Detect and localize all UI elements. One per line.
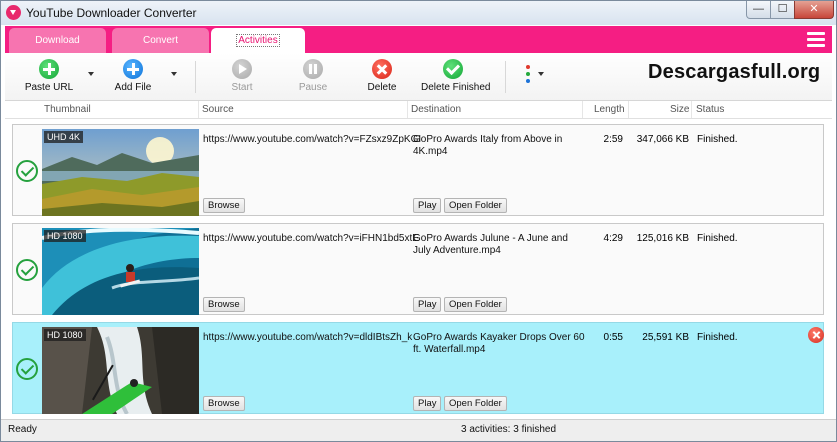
play-button[interactable]: Play	[413, 198, 442, 213]
play-icon	[232, 59, 252, 79]
file-size: 347,066 KB	[636, 134, 689, 145]
column-destination[interactable]: Destination	[411, 104, 461, 118]
source-url: https://www.youtube.com/watch?v=FZsxz9Zp…	[203, 134, 422, 145]
open-folder-button[interactable]: Open Folder	[444, 198, 507, 213]
activity-row-selected[interactable]: HD 1080 https://www.youtube.com/watch?v=…	[12, 322, 824, 414]
finished-check-icon	[16, 160, 38, 182]
video-thumbnail: HD 1080	[42, 327, 199, 414]
close-button[interactable]: ✕	[794, 1, 834, 19]
paste-url-label: Paste URL	[24, 82, 74, 93]
maximize-button[interactable]: ☐	[770, 1, 795, 19]
add-file-button[interactable]: Add File	[109, 59, 157, 93]
file-size: 25,591 KB	[642, 332, 689, 343]
video-length: 0:55	[603, 332, 623, 343]
plus-icon	[123, 59, 143, 79]
toolbar-separator	[505, 61, 506, 93]
pause-label: Pause	[298, 82, 328, 93]
source-url: https://www.youtube.com/watch?v=iFHN1bd5…	[203, 233, 419, 244]
delete-icon	[372, 59, 392, 79]
quality-badge: UHD 4K	[44, 131, 84, 143]
toolbar: Paste URL Add File Start Pause Delete De…	[5, 53, 832, 101]
open-folder-button[interactable]: Open Folder	[444, 297, 507, 312]
activities-summary: 3 activities: 3 finished	[461, 424, 557, 435]
activity-list: UHD 4K https://www.youtube.com/watch?v=F…	[5, 120, 832, 418]
pause-icon	[303, 59, 323, 79]
start-label: Start	[231, 82, 253, 93]
tab-convert[interactable]: Convert	[112, 28, 209, 53]
column-length[interactable]: Length	[594, 104, 625, 118]
status-bar: Ready 3 activities: 3 finished	[1, 419, 836, 441]
add-file-dropdown-icon[interactable]	[171, 72, 177, 76]
tab-activities[interactable]: Activities	[211, 28, 305, 53]
column-header: Thumbnail Source Destination Length Size…	[5, 101, 832, 119]
start-button[interactable]: Start	[227, 59, 257, 93]
finished-check-icon	[16, 358, 38, 380]
add-file-label: Add File	[114, 82, 152, 93]
status-text: Finished.	[697, 134, 738, 145]
remove-row-icon[interactable]	[808, 327, 824, 343]
play-button[interactable]: Play	[413, 297, 442, 312]
column-status[interactable]: Status	[696, 104, 724, 118]
delete-button[interactable]: Delete	[366, 59, 398, 93]
activity-row[interactable]: UHD 4K https://www.youtube.com/watch?v=F…	[12, 124, 824, 216]
video-thumbnail: HD 1080	[42, 228, 199, 315]
check-icon	[443, 59, 463, 79]
video-length: 4:29	[603, 233, 623, 244]
open-folder-button[interactable]: Open Folder	[444, 396, 507, 411]
activity-row[interactable]: HD 1080 https://www.youtube.com/watch?v=…	[12, 223, 824, 315]
quality-badge: HD 1080	[44, 329, 86, 341]
status-text: Finished.	[697, 233, 738, 244]
column-size[interactable]: Size	[670, 104, 689, 118]
brand-watermark: Descargasfull.org	[648, 61, 821, 83]
quality-badge: HD 1080	[44, 230, 86, 242]
menu-icon[interactable]	[807, 29, 825, 49]
browse-button[interactable]: Browse	[203, 198, 245, 213]
delete-finished-label: Delete Finished	[421, 82, 491, 93]
app-window: YouTube Downloader Converter — ☐ ✕ Downl…	[0, 0, 837, 442]
column-thumbnail[interactable]: Thumbnail	[44, 104, 91, 118]
destination-file: GoPro Awards Italy from Above in 4K.mp4	[413, 134, 563, 157]
destination-file: GoPro Awards Julune - A June and July Ad…	[413, 233, 568, 256]
play-button[interactable]: Play	[413, 396, 442, 411]
status-ready: Ready	[8, 424, 37, 435]
minimize-button[interactable]: —	[746, 1, 771, 19]
app-logo-icon	[6, 5, 21, 20]
pause-button[interactable]: Pause	[297, 59, 329, 93]
more-options-dropdown-icon[interactable]	[538, 72, 544, 76]
tab-activities-label: Activities	[236, 34, 280, 47]
delete-label: Delete	[367, 82, 397, 93]
video-thumbnail: UHD 4K	[42, 129, 199, 216]
window-title: YouTube Downloader Converter	[26, 6, 197, 20]
video-length: 2:59	[603, 134, 623, 145]
paste-url-button[interactable]: Paste URL	[23, 59, 75, 93]
status-text: Finished.	[697, 332, 738, 343]
column-source[interactable]: Source	[202, 104, 234, 118]
finished-check-icon	[16, 259, 38, 281]
file-size: 125,016 KB	[636, 233, 689, 244]
paste-url-dropdown-icon[interactable]	[88, 72, 94, 76]
title-bar: YouTube Downloader Converter — ☐ ✕	[1, 1, 836, 25]
browse-button[interactable]: Browse	[203, 297, 245, 312]
tab-download[interactable]: Download	[9, 28, 106, 53]
source-url: https://www.youtube.com/watch?v=dldIBtsZ…	[203, 332, 413, 343]
plus-icon	[39, 59, 59, 79]
delete-finished-button[interactable]: Delete Finished	[421, 59, 491, 93]
more-options-icon[interactable]	[525, 65, 531, 89]
toolbar-separator	[195, 61, 196, 93]
browse-button[interactable]: Browse	[203, 396, 245, 411]
tab-bar: Download Convert Activities	[5, 26, 832, 53]
destination-file: GoPro Awards Kayaker Drops Over 60 ft. W…	[413, 332, 585, 355]
